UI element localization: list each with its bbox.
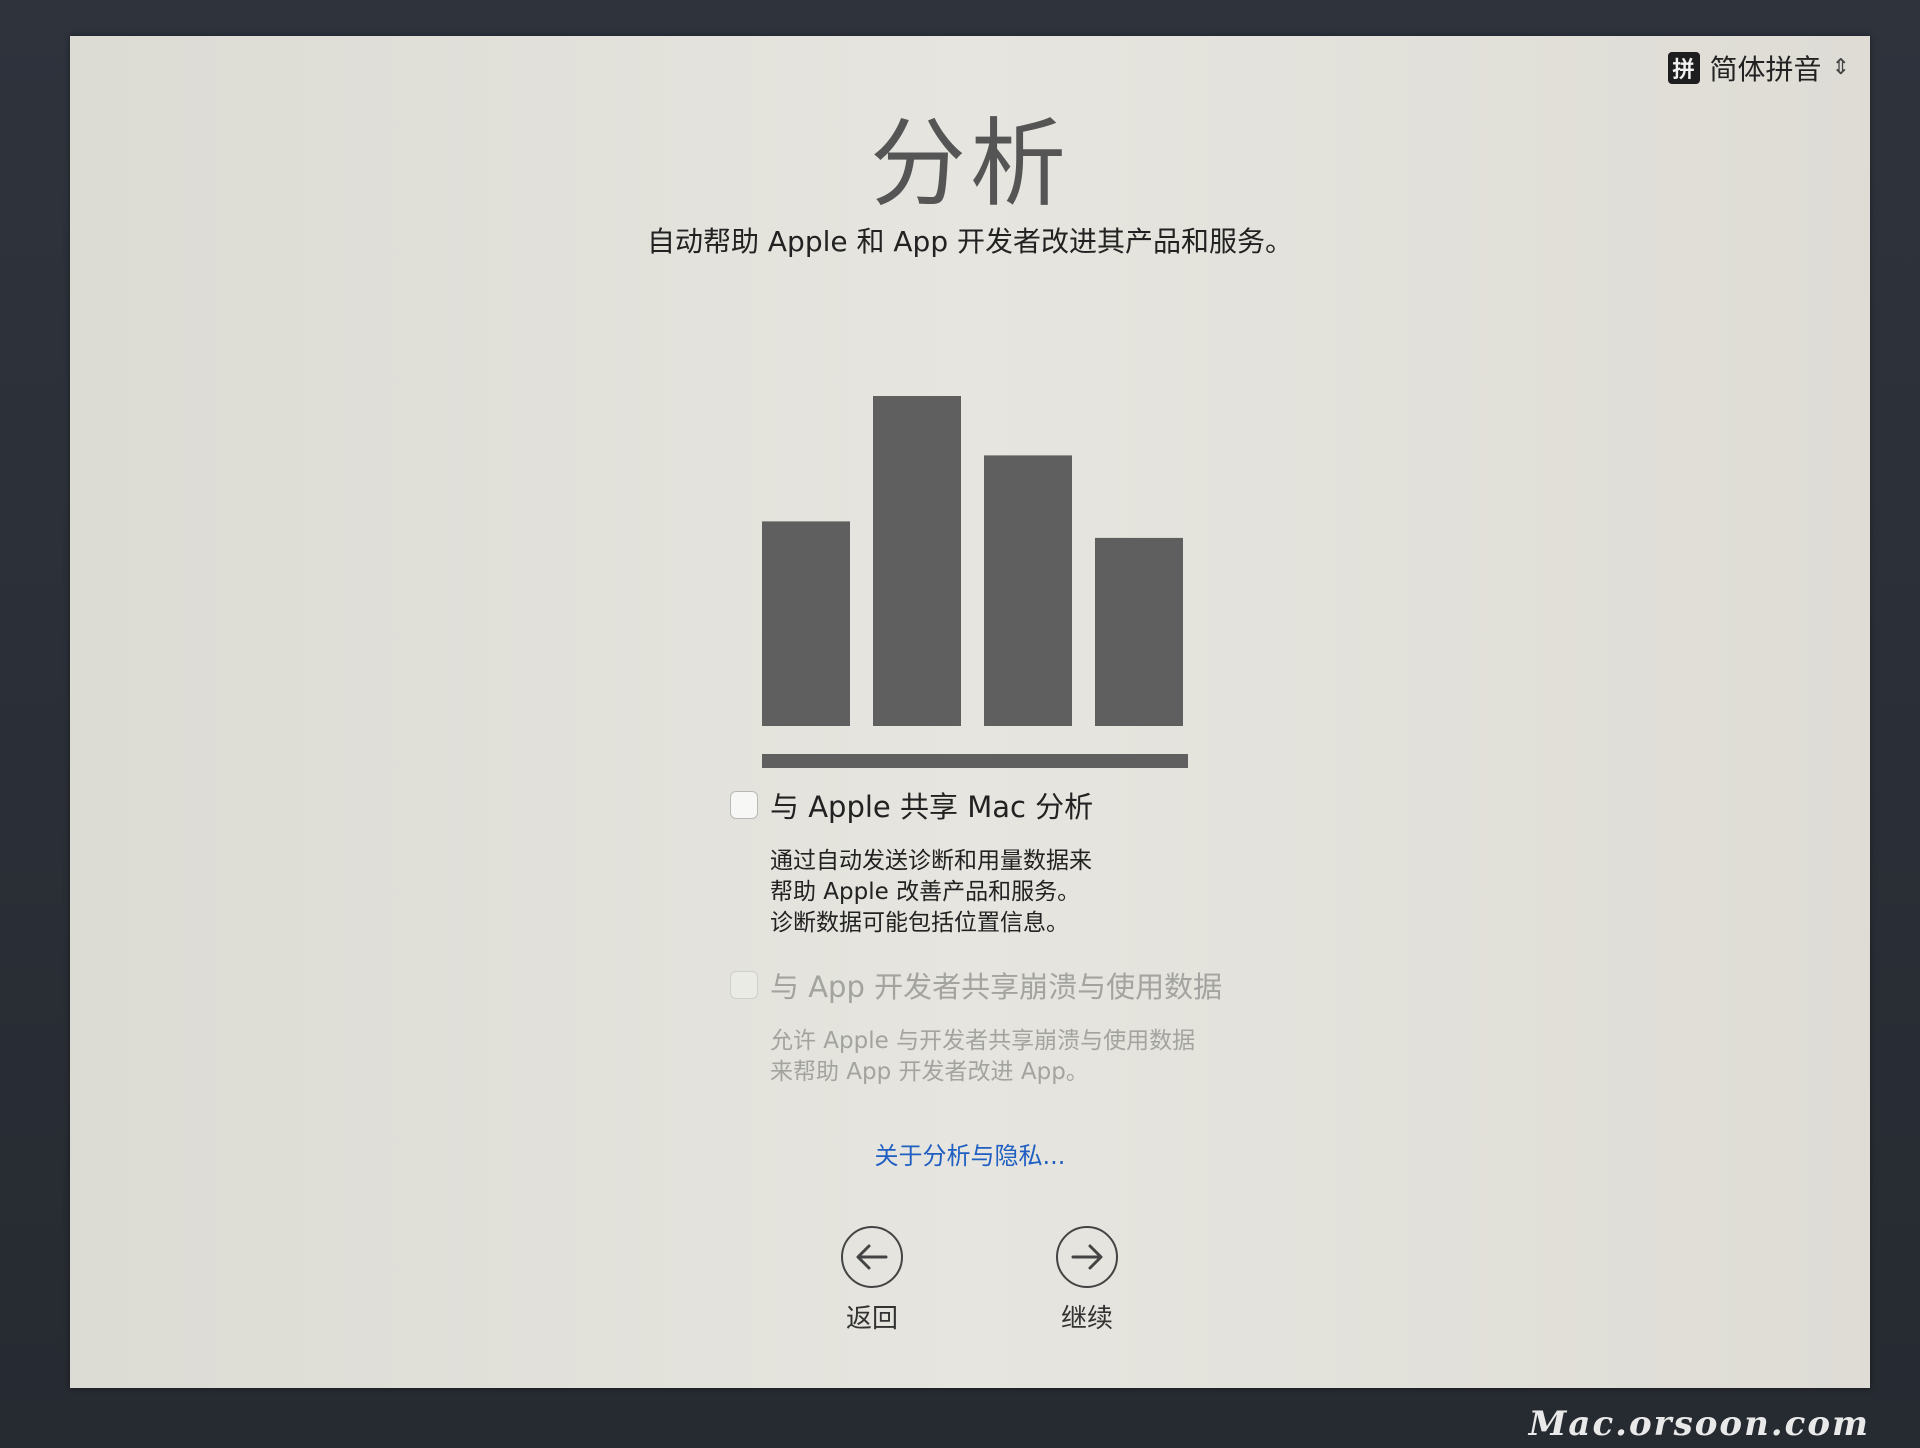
description-line: 来帮助 App 开发者改进 App。	[770, 1059, 1089, 1085]
share-with-developers-description: 允许 Apple 与开发者共享崩溃与使用数据 来帮助 App 开发者改进 App…	[770, 1026, 1222, 1088]
share-mac-analytics-description: 通过自动发送诊断和用量数据来 帮助 Apple 改善产品和服务。 诊断数据可能包…	[770, 846, 1093, 939]
about-analytics-privacy-link[interactable]: 关于分析与隐私...	[70, 1136, 1870, 1171]
back-arrow-icon	[841, 1226, 903, 1288]
page-title: 分析	[870, 108, 1070, 220]
continue-button[interactable]: 继续	[1042, 1226, 1132, 1335]
description-line: 通过自动发送诊断和用量数据来	[770, 848, 1092, 874]
share-with-developers-label[interactable]: 与 App 开发者共享崩溃与使用数据	[770, 964, 1222, 1006]
pinyin-input-icon: 拼	[1667, 52, 1700, 84]
setup-assistant-window: 拼 简体拼音 ⇕ 分析 自动帮助 Apple 和 App 开发者改进其产品和服务…	[70, 36, 1870, 1388]
share-mac-analytics-option: 与 Apple 共享 Mac 分析 通过自动发送诊断和用量数据来 帮助 Appl…	[730, 784, 1093, 939]
updown-chevron-icon: ⇕	[1831, 55, 1850, 80]
share-mac-analytics-checkbox[interactable]	[730, 791, 758, 819]
description-line: 诊断数据可能包括位置信息。	[770, 910, 1069, 936]
description-line: 帮助 Apple 改善产品和服务。	[770, 879, 1081, 905]
back-label: 返回	[845, 1304, 898, 1334]
back-button[interactable]: 返回	[827, 1226, 917, 1335]
share-with-developers-option: 与 App 开发者共享崩溃与使用数据 允许 Apple 与开发者共享崩溃与使用数…	[730, 964, 1222, 1088]
share-mac-analytics-label[interactable]: 与 Apple 共享 Mac 分析	[770, 784, 1093, 826]
share-with-developers-checkbox[interactable]	[730, 971, 758, 999]
chart-baseline	[762, 754, 1188, 768]
continue-label: 继续	[1060, 1304, 1113, 1334]
illustration-bar	[873, 396, 961, 726]
illustration-bar	[984, 455, 1072, 726]
input-source-label: 简体拼音	[1709, 53, 1822, 86]
input-source-menu[interactable]: 拼 简体拼音 ⇕	[1667, 48, 1850, 88]
illustration-bar	[1095, 537, 1183, 726]
page-subtitle: 自动帮助 Apple 和 App 开发者改进其产品和服务。	[646, 225, 1293, 258]
illustration-bar	[762, 521, 850, 726]
bar-chart-icon	[762, 396, 1188, 768]
watermark: Mac.orsoon.com	[1528, 1404, 1870, 1444]
description-line: 允许 Apple 与开发者共享崩溃与使用数据	[770, 1028, 1196, 1054]
forward-arrow-icon	[1056, 1226, 1118, 1288]
